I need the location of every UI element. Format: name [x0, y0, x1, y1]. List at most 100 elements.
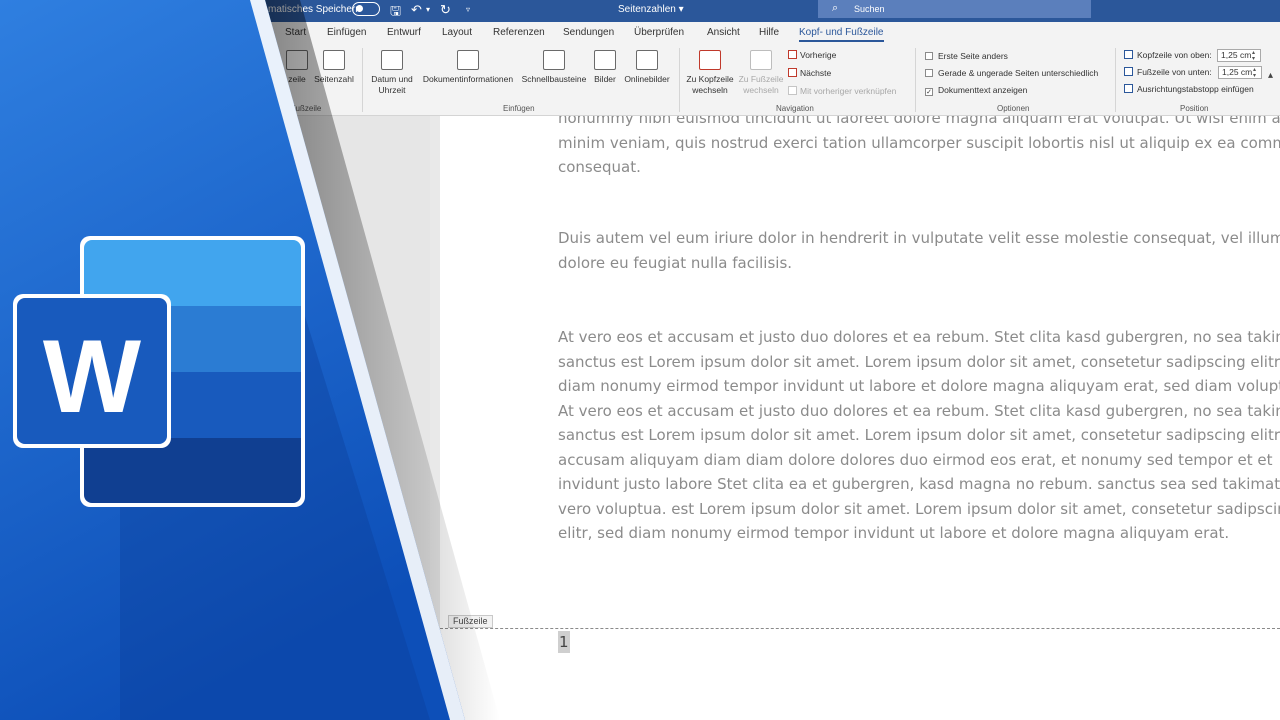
group-label-kopf-fusszeile: d Fußzeile: [284, 104, 322, 113]
text-line: vero voluptua. est Lorem ipsum dolor sit…: [558, 499, 1280, 518]
kopf-label-2: wechseln: [692, 85, 728, 95]
text-line: consequat.: [558, 158, 641, 176]
previous-icon: [788, 50, 797, 59]
tab-start[interactable]: Start: [285, 27, 306, 38]
checkbox-gerade-ungerade[interactable]: Gerade & ungerade Seiten unterschiedlich: [925, 68, 1098, 78]
group-label-navigation: Navigation: [776, 104, 814, 113]
bilder-label: Bilder: [594, 74, 616, 84]
save-icon[interactable]: 🖫: [390, 2, 401, 24]
text-line: nonummy nibh euismod tincidunt ut laoree…: [558, 116, 1280, 127]
tab-layout[interactable]: Layout: [442, 27, 472, 38]
footer-position-icon: [1124, 66, 1133, 76]
footer-icon: [286, 50, 308, 70]
tab-entwurf[interactable]: Entwurf: [387, 27, 421, 38]
link-icon: [788, 86, 797, 95]
group-divider: [362, 48, 363, 112]
kopf-oben-input[interactable]: 1,25 cm: [1217, 49, 1262, 62]
fuss-unten-label: Fußzeile von unten:: [1137, 66, 1212, 77]
online-picture-icon: [636, 50, 658, 70]
bilder-button[interactable]: Bilder: [590, 50, 620, 85]
checkbox-dokumenttext[interactable]: ✓ Dokumenttext anzeigen: [925, 85, 1027, 96]
document-info-icon: [457, 50, 479, 70]
page-number-icon: [323, 50, 345, 70]
kopfzeile-von-oben: Kopfzeile von oben: 1,25 cm: [1124, 49, 1262, 62]
checkbox-label: Gerade & ungerade Seiten unterschiedlich: [938, 68, 1099, 78]
fusszeile-von-unten: Fußzeile von unten: 1,25 cm: [1124, 66, 1263, 79]
schnellbausteine-button[interactable]: Schnellbausteine: [518, 50, 590, 85]
tab-referenzen[interactable]: Referenzen: [493, 27, 545, 38]
text-line: elitr, sed diam nonumy eirmod tempor inv…: [558, 524, 1230, 542]
document-title[interactable]: Seitenzahlen ▾: [618, 4, 684, 15]
zu-kopfzeile-button[interactable]: Zu Kopfzeile wechseln: [683, 50, 737, 96]
customize-toolbar-icon[interactable]: ▿: [466, 5, 470, 14]
group-label-position: Position: [1180, 104, 1209, 113]
naechste-button[interactable]: Nächste: [788, 68, 831, 78]
text-line: invidunt justo labore Stet clita ea et g…: [558, 475, 1280, 493]
search-icon: ⌕: [832, 2, 839, 14]
text-line: dolore eu feugiat nulla facilisis.: [558, 253, 793, 272]
tab-hilfe[interactable]: Hilfe: [759, 27, 779, 38]
zu-fusszeile-button[interactable]: Zu Fußzeile wechseln: [737, 50, 785, 96]
group-label-optionen: Optionen: [997, 104, 1030, 113]
checkbox-label: Erste Seite anders: [938, 51, 1008, 61]
text-line: diam nonumy eirmod tempor invidunt ut la…: [558, 377, 1280, 395]
undo-icon[interactable]: ↶: [411, 2, 422, 18]
group-label-einfuegen: Einfügen: [503, 104, 535, 113]
fuss-unten-input[interactable]: 1,25 cm: [1218, 66, 1263, 79]
kopf-label-1: Zu Kopfzeile: [686, 74, 734, 84]
verknuepfen-button[interactable]: Mit vorheriger verknüpfen: [788, 86, 896, 96]
datum-uhrzeit-button[interactable]: Datum und Uhrzeit: [366, 50, 418, 96]
paragraph-2[interactable]: Duis autem vel eum iriure dolor in hendr…: [558, 226, 1280, 275]
fuss-label-2: wechseln: [743, 85, 779, 95]
checkbox-erste-seite[interactable]: Erste Seite anders: [925, 51, 1008, 61]
datum-label-2: Uhrzeit: [378, 85, 406, 95]
text-line: At vero eos et accusam et justo duo dolo…: [558, 328, 1280, 346]
text-line: At vero eos et accusam et justo duo dolo…: [558, 401, 1280, 420]
autosave-label: matisches Speichern: [268, 4, 361, 15]
header-nav-icon: [699, 50, 721, 70]
search-box[interactable]: ⌕ Suchen: [818, 0, 1091, 18]
calendar-icon: [381, 50, 403, 70]
logo-letter: W: [43, 319, 142, 435]
collapse-ribbon-icon[interactable]: ▴: [1268, 70, 1273, 81]
footer-separator: [440, 628, 1280, 629]
word-app-icon: W: [13, 236, 305, 507]
paragraph-3[interactable]: At vero eos et accusam et justo duo dolo…: [558, 325, 1280, 546]
tab-ansicht[interactable]: Ansicht: [707, 27, 740, 38]
quick-parts-icon: [543, 50, 565, 70]
ribbon: zeile Seitenzahl d Fußzeile Datum und Uh…: [0, 44, 1280, 116]
paragraph-1[interactable]: nonummy nibh euismod tincidunt ut laoree…: [558, 116, 1280, 180]
tab-kopf-fusszeile[interactable]: Kopf- und Fußzeile: [799, 27, 884, 42]
vorherige-label: Vorherige: [800, 50, 837, 60]
datum-label-1: Datum und: [371, 74, 413, 84]
ribbon-tabs: Start Einfügen Entwurf Layout Referenzen…: [0, 22, 1280, 44]
seitenzahl-label: Seitenzahl: [314, 74, 354, 84]
footer-button[interactable]: zeile: [282, 50, 312, 85]
autosave-toggle[interactable]: [352, 2, 380, 16]
tab-einfuegen[interactable]: Einfügen: [327, 27, 366, 38]
document-page[interactable]: nonummy nibh euismod tincidunt ut laoree…: [440, 116, 1280, 720]
footer-label: Fußzeile: [448, 615, 493, 628]
dokumentinformationen-button[interactable]: Dokumentinformationen: [418, 50, 518, 85]
next-icon: [788, 68, 797, 77]
redo-icon[interactable]: ↻: [440, 2, 451, 18]
footer-button-label: zeile: [288, 74, 306, 84]
page-number-field[interactable]: 1: [558, 631, 570, 653]
text-line: accusam aliquyam diam diam dolore dolore…: [558, 450, 1273, 469]
ausrichtungstabstopp-button[interactable]: Ausrichtungstabstopp einfügen: [1124, 84, 1254, 94]
header-position-icon: [1124, 49, 1133, 59]
chevron-down-icon[interactable]: ▾: [426, 5, 430, 14]
naechste-label: Nächste: [800, 68, 832, 78]
seitenzahl-button[interactable]: Seitenzahl: [312, 50, 356, 85]
tab-ueberpruefen[interactable]: Überprüfen: [634, 27, 684, 38]
checkbox-label: Dokumenttext anzeigen: [938, 85, 1028, 95]
picture-icon: [594, 50, 616, 70]
fuss-label-1: Zu Fußzeile: [738, 74, 784, 84]
tab-sendungen[interactable]: Sendungen: [563, 27, 614, 38]
ausrichtung-label: Ausrichtungstabstopp einfügen: [1137, 84, 1254, 94]
text-line: Duis autem vel eum iriure dolor in hendr…: [558, 229, 1280, 247]
vorherige-button[interactable]: Vorherige: [788, 50, 836, 60]
text-line: sanctus est Lorem ipsum dolor sit amet. …: [558, 352, 1280, 371]
logo-long-shadow: [120, 300, 430, 720]
onlinebilder-button[interactable]: Onlinebilder: [620, 50, 674, 85]
